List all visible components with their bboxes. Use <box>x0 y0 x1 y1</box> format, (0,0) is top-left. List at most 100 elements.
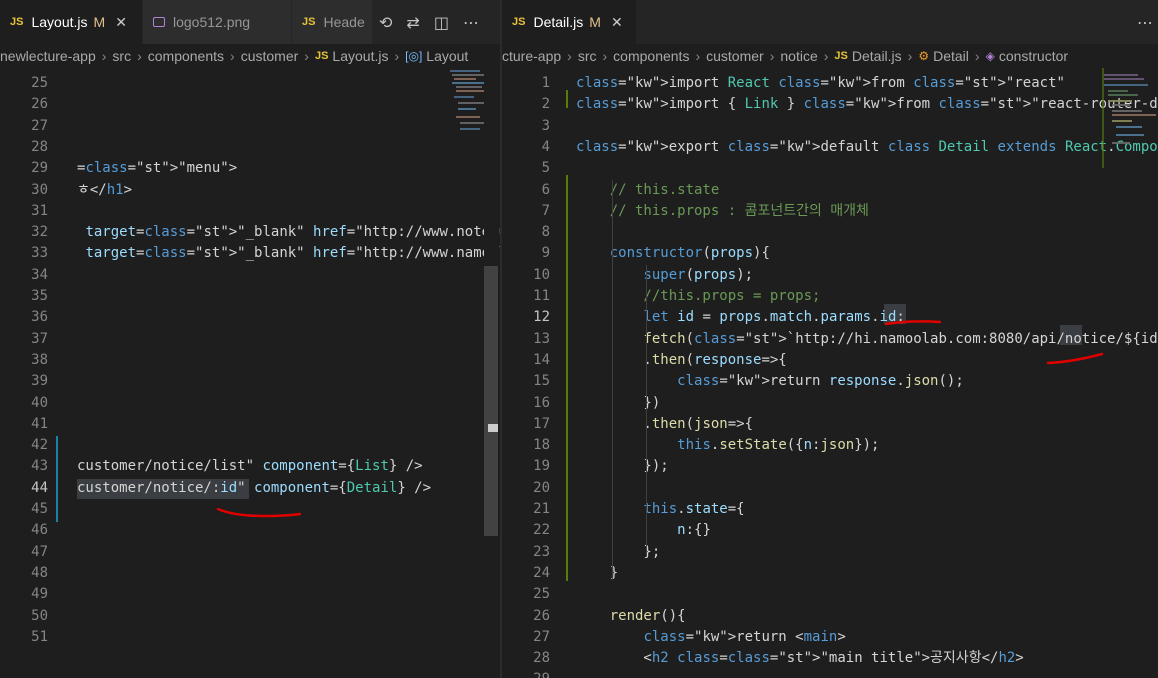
class-symbol-icon: ⚙ <box>918 49 930 63</box>
code-text: target=class="st">"_blank" href="http://… <box>85 224 500 241</box>
line-number: 23 <box>533 543 550 560</box>
breadcrumb-item[interactable]: src <box>112 48 131 64</box>
indent-guide <box>646 265 647 555</box>
line-number: 33 <box>31 245 48 262</box>
split-editor-icon[interactable]: ◫ <box>434 13 449 32</box>
line-number: 25 <box>31 75 48 91</box>
code-text: }) <box>576 394 661 411</box>
minimap[interactable] <box>1102 68 1157 208</box>
code-text: ㅎ</h1> <box>77 181 133 198</box>
code-text: .then(response=>{ <box>576 351 787 368</box>
line-number: 41 <box>31 415 48 432</box>
line-number: 32 <box>31 224 48 241</box>
tab-logo512-png[interactable]: logo512.png <box>143 0 291 44</box>
close-icon[interactable]: ✕ <box>611 14 623 31</box>
code-text: let id = props.match.params.id; <box>643 309 905 326</box>
line-number: 36 <box>31 309 48 326</box>
breadcrumb-item[interactable]: components <box>613 48 689 64</box>
breadcrumb-item[interactable]: cture-app <box>502 48 561 64</box>
breadcrumb-item[interactable]: Layout.js <box>332 48 388 64</box>
code-text: customer/notice/:id" component={Detail} … <box>77 479 432 496</box>
indent-guide <box>612 180 613 580</box>
breadcrumb-item[interactable]: customer <box>241 48 299 64</box>
breadcrumb-item[interactable]: newlecture-app <box>0 48 96 64</box>
line-number: 26 <box>31 96 48 113</box>
more-actions-icon[interactable]: ⋯ <box>1137 13 1153 32</box>
more-actions-icon[interactable]: ⋯ <box>463 13 479 32</box>
line-number: 14 <box>533 351 550 368</box>
modified-line-marker <box>566 175 568 581</box>
line-number: 13 <box>533 330 550 347</box>
symbol-variable-icon: [◎] <box>405 49 423 63</box>
right-editor-group: JS Detail.js M ✕ ⋯ cture-app › src › compo… <box>502 0 1158 678</box>
code-text: target=class="st">"_blank" href="http://… <box>85 245 500 262</box>
breadcrumb-item[interactable]: Detail.js <box>852 48 902 64</box>
breadcrumb: cture-app › src › components › customer › no… <box>502 44 1158 68</box>
js-icon: JS <box>834 50 848 62</box>
breadcrumb-item[interactable]: src <box>578 48 597 64</box>
modified-badge: M <box>589 14 601 30</box>
js-icon: JS <box>10 16 24 28</box>
code-text: this.setState({n:json}); <box>677 437 880 454</box>
line-number: 29 <box>502 669 550 678</box>
line-number: 28 <box>533 650 550 667</box>
code-text: class="kw">return response.json(); <box>677 373 964 390</box>
line-number: 39 <box>31 373 48 390</box>
code-text: constructor(props){ <box>609 245 770 262</box>
method-symbol-icon: ◈ <box>985 49 995 63</box>
code-text: this.state={ <box>643 501 745 517</box>
close-icon[interactable]: ✕ <box>115 14 127 31</box>
history-icon[interactable]: ⟲ <box>379 13 392 32</box>
right-tab-bar: JS Detail.js M ✕ ⋯ <box>502 0 1158 44</box>
red-annotation-mark <box>884 320 942 326</box>
tab-layout-js[interactable]: JS Layout.js M ✕ <box>0 0 142 44</box>
left-editor-group: JS Layout.js M ✕ logo512.png JS Heade ⟲ … <box>0 0 500 678</box>
tab-header-js[interactable]: JS Heade <box>292 0 372 44</box>
tab-detail-js[interactable]: JS Detail.js M ✕ <box>502 0 636 44</box>
line-number: 16 <box>533 394 550 411</box>
line-number: 38 <box>31 351 48 368</box>
line-number: 21 <box>533 501 550 517</box>
line-number: 27 <box>31 117 48 134</box>
tab-label: Detail.js <box>533 14 584 30</box>
line-number: 51 <box>31 628 48 645</box>
code-text: super(props); <box>643 266 754 283</box>
tab-label: Layout.js <box>31 14 88 30</box>
line-number: 2 <box>541 96 550 113</box>
line-number: 3 <box>541 117 550 134</box>
line-number: 4 <box>541 138 550 155</box>
line-number: 49 <box>31 586 48 603</box>
modified-line-marker <box>56 436 58 522</box>
line-number: 42 <box>31 437 48 454</box>
line-number: 48 <box>31 564 48 581</box>
tab-label: logo512.png <box>173 14 251 30</box>
left-tab-bar: JS Layout.js M ✕ logo512.png JS Heade ⟲ … <box>0 0 500 44</box>
line-number: 18 <box>533 437 550 454</box>
compare-changes-icon[interactable]: ⇄ <box>406 13 419 32</box>
red-annotation-mark <box>216 507 302 518</box>
code-text: }; <box>576 543 661 560</box>
line-number: 7 <box>541 202 550 219</box>
breadcrumb-item[interactable]: Layout <box>426 48 468 64</box>
scroll-position-marker <box>488 424 498 432</box>
code-text: class="kw">export class="kw">default cla… <box>576 138 1158 155</box>
breadcrumb-item[interactable]: constructor <box>999 48 1068 64</box>
line-number: 24 <box>533 564 550 581</box>
breadcrumb-item[interactable]: Detail <box>933 48 969 64</box>
breadcrumb-item[interactable]: notice <box>780 48 817 64</box>
breadcrumb-item[interactable]: customer <box>706 48 764 64</box>
code-text: class="kw">import { Link } class="kw">fr… <box>576 96 1158 113</box>
code-text: class="kw">return <main> <box>643 628 846 645</box>
line-number: 17 <box>533 415 550 432</box>
line-number: 19 <box>533 458 550 475</box>
line-number: 31 <box>31 202 48 219</box>
code-text: render(){ <box>609 607 686 624</box>
code-text: .then(json=>{ <box>576 415 754 432</box>
line-number: 12 <box>533 309 550 326</box>
code-text: class="kw">import React class="kw">from … <box>576 75 1065 91</box>
vertical-scrollbar[interactable] <box>484 68 498 678</box>
line-number: 35 <box>31 288 48 304</box>
line-number: 47 <box>31 543 48 560</box>
breadcrumb-item[interactable]: components <box>148 48 224 64</box>
scrollbar-thumb[interactable] <box>484 266 498 536</box>
